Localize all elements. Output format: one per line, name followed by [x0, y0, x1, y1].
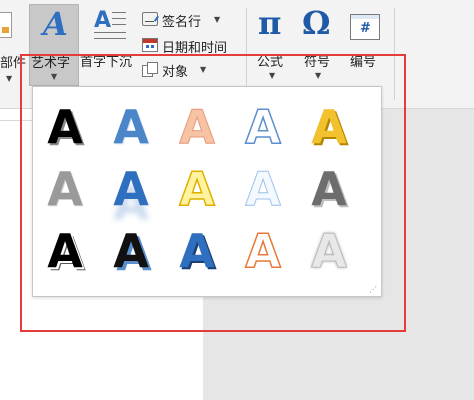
equation-label: 公式 — [257, 55, 284, 70]
symbol-label: 符号 — [304, 55, 331, 70]
parts-button[interactable]: 部件 — [0, 8, 26, 78]
wordart-style-11[interactable]: A — [33, 221, 97, 281]
signature-line-button[interactable]: 签名行 ▼ — [140, 10, 230, 30]
wordart-style-14[interactable]: A — [231, 221, 295, 281]
numbering-button[interactable]: # 编号 — [346, 4, 388, 86]
pi-icon: π — [258, 4, 282, 42]
equation-button[interactable]: π 公式 ▼ — [252, 4, 294, 86]
datetime-button[interactable]: 日期和时间 — [140, 36, 240, 56]
numbering-icon: # — [350, 14, 380, 40]
wordart-style-2[interactable]: A — [99, 97, 163, 157]
wordart-gallery: A A A A A A A A A A A A A A A ⋰ — [32, 86, 382, 297]
object-label: 对象 — [162, 65, 189, 80]
wordart-style-3[interactable]: A — [165, 97, 229, 157]
object-icon — [142, 62, 158, 77]
parts-icon — [0, 12, 12, 38]
parts-label: 部件 — [0, 56, 27, 71]
wordart-style-12[interactable]: A — [99, 221, 163, 281]
symbol-button[interactable]: Ω 符号 ▼ — [298, 4, 340, 86]
dropcap-label: 首字下沉 — [80, 55, 133, 70]
wordart-style-4[interactable]: A — [231, 97, 295, 157]
wordart-style-10[interactable]: A — [297, 159, 361, 219]
wordart-style-7[interactable]: A — [99, 159, 163, 219]
wordart-style-6[interactable]: A — [33, 159, 97, 219]
omega-icon: Ω — [302, 4, 331, 42]
symbol-caret-icon: ▼ — [315, 71, 322, 80]
object-caret-icon: ▼ — [200, 65, 207, 74]
wordart-label: 艺术字 — [31, 56, 71, 71]
numbering-label: 编号 — [350, 55, 377, 70]
signature-line-icon — [142, 12, 159, 26]
equation-caret-icon: ▼ — [269, 71, 276, 80]
wordart-style-13[interactable]: A — [165, 221, 229, 281]
signature-line-caret-icon: ▼ — [214, 15, 221, 24]
resize-grip-icon[interactable]: ⋰ — [369, 285, 377, 294]
group-separator-right — [394, 8, 395, 100]
wordart-style-8[interactable]: A — [165, 159, 229, 219]
calendar-icon — [142, 38, 158, 52]
object-button[interactable]: 对象 ▼ — [140, 60, 220, 80]
datetime-label: 日期和时间 — [162, 41, 228, 56]
wordart-button[interactable]: A 艺术字 ▼ — [29, 4, 79, 86]
dropcap-icon: A — [92, 8, 128, 42]
wordart-style-1[interactable]: A — [33, 97, 97, 157]
signature-line-label: 签名行 — [162, 15, 202, 30]
wordart-caret-icon: ▼ — [51, 72, 58, 81]
wordart-style-9[interactable]: A — [231, 159, 295, 219]
parts-caret-icon: ▼ — [6, 74, 13, 83]
wordart-icon: A — [43, 5, 68, 43]
dropcap-button[interactable]: A 首字下沉 — [80, 4, 136, 86]
wordart-style-15[interactable]: A — [297, 221, 361, 281]
wordart-style-5[interactable]: A — [297, 97, 361, 157]
